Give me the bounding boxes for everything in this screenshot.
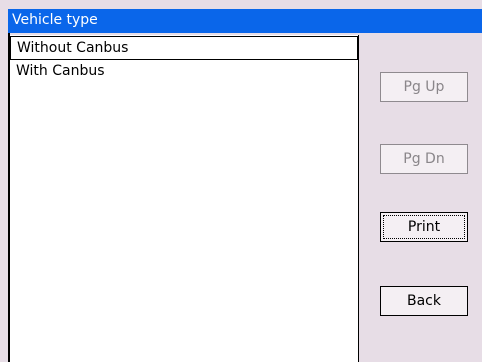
page-down-label: Pg Dn xyxy=(403,151,445,167)
list-item-label: Without Canbus xyxy=(17,40,129,56)
vehicle-type-dialog: Vehicle type Without Canbus With Canbus … xyxy=(0,0,482,362)
page-up-button[interactable]: Pg Up xyxy=(380,72,468,102)
list-item-label: With Canbus xyxy=(16,63,105,79)
list-item-without-canbus[interactable]: Without Canbus xyxy=(10,36,358,60)
print-label: Print xyxy=(407,219,441,235)
vehicle-type-list[interactable]: Without Canbus With Canbus xyxy=(10,35,359,362)
back-button[interactable]: Back xyxy=(380,286,468,316)
list-item-with-canbus[interactable]: With Canbus xyxy=(10,60,358,84)
print-button[interactable]: Print xyxy=(380,212,468,242)
window-title: Vehicle type xyxy=(12,12,98,28)
back-label: Back xyxy=(407,293,441,309)
page-down-button[interactable]: Pg Dn xyxy=(380,144,468,174)
page-up-label: Pg Up xyxy=(403,79,445,95)
title-bar: Vehicle type xyxy=(8,9,482,33)
